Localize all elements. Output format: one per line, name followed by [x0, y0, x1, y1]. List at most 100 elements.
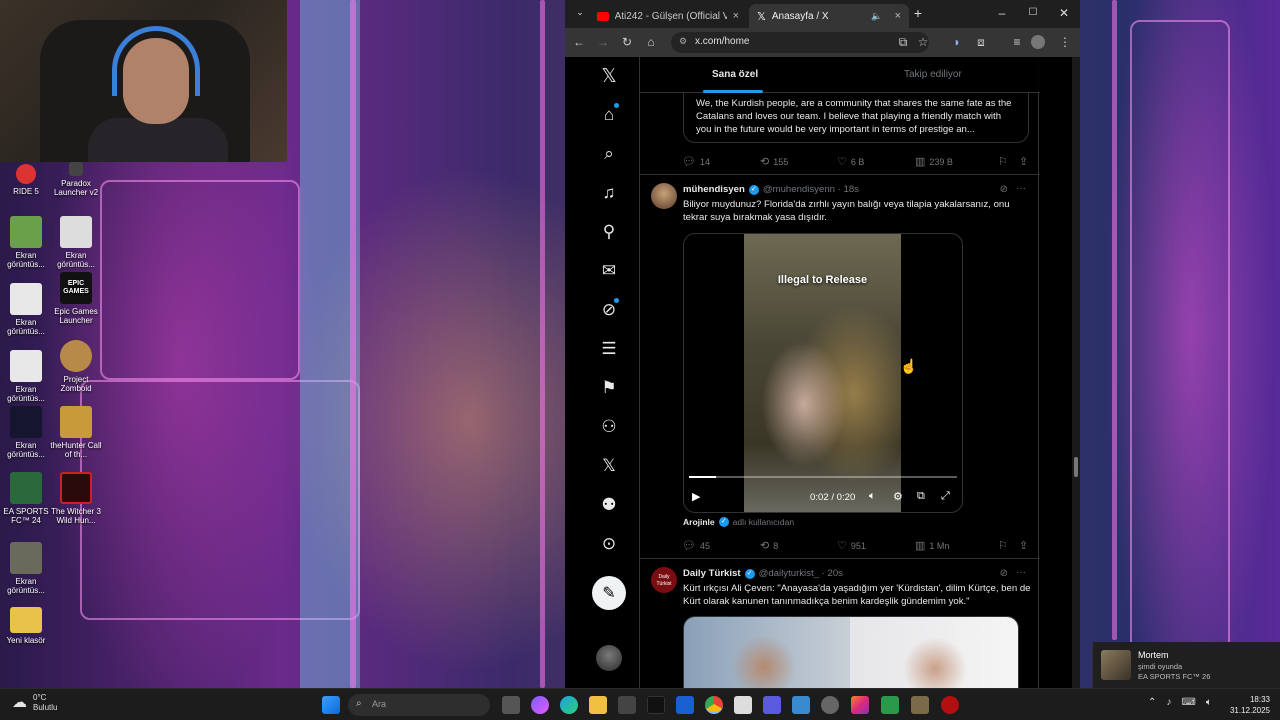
tweet-image-left[interactable]	[684, 617, 850, 688]
file-explorer-icon[interactable]	[589, 696, 607, 714]
desktop-icon-screenshot[interactable]: Ekran görüntüs...	[0, 283, 52, 336]
post-button[interactable]: ✎	[592, 576, 626, 610]
nav-home-icon[interactable]: ⌂	[595, 101, 623, 129]
taskbar-search[interactable]: ⌕ Ara	[348, 694, 490, 716]
microphone-icon[interactable]: ♪	[1166, 697, 1171, 708]
site-info-icon[interactable]: ⚙	[679, 36, 687, 47]
tab-for-you[interactable]: Sana özel	[712, 69, 758, 80]
steam-notification[interactable]: Mortem şimdi oyunda EA SPORTS FC™ 26	[1092, 642, 1280, 688]
address-bar[interactable]: ⚙ x.com/home	[671, 32, 929, 53]
more-options-icon[interactable]: ···	[1016, 183, 1026, 194]
nav-notifications-bell-icon[interactable]: ♫	[595, 179, 623, 207]
desktop-icon-ride5[interactable]: RIDE 5	[0, 164, 52, 196]
play-icon[interactable]: ▶	[692, 490, 700, 503]
maximize-button[interactable]: ☐	[1024, 7, 1042, 18]
system-clock[interactable]: 18:33 31.12.2025	[1230, 694, 1270, 716]
close-tab-icon[interactable]: ×	[733, 10, 739, 22]
repost-button[interactable]: ⟲ 155	[760, 155, 788, 168]
network-icon[interactable]: ⌨	[1181, 697, 1195, 708]
forward-icon[interactable]: →	[595, 35, 611, 49]
views-button[interactable]: ▥ 1 Mn	[915, 539, 949, 552]
repost-button[interactable]: ⟲ 8	[760, 539, 778, 552]
game-launcher-icon[interactable]	[941, 696, 959, 714]
account-avatar[interactable]	[596, 645, 622, 671]
bookmark-button[interactable]: ⚐	[998, 155, 1008, 168]
excel-icon[interactable]	[881, 696, 899, 714]
back-icon[interactable]: ←	[571, 35, 587, 49]
bookmark-button[interactable]: ⚐	[998, 539, 1008, 552]
copilot-icon[interactable]	[531, 696, 549, 714]
like-button[interactable]: ♡ 6 B	[837, 155, 864, 168]
nav-more-circle-icon[interactable]: ⊙	[595, 530, 623, 558]
x-logo-icon[interactable]: 𝕏	[595, 62, 623, 90]
edge-icon[interactable]	[560, 696, 578, 714]
nav-explore-search-icon[interactable]: ⌕	[595, 140, 623, 168]
tab-x-home[interactable]: 𝕏 Anasayfa / X 🔈 ×	[749, 4, 909, 28]
pip-icon[interactable]: ⧉	[917, 490, 925, 503]
nav-profile-person-icon[interactable]: ⚉	[595, 491, 623, 519]
desktop-icon-new-folder[interactable]: Yeni klasör	[0, 607, 52, 645]
grok-explain-icon[interactable]: ⊘	[1000, 568, 1008, 579]
profile-avatar[interactable]	[1031, 35, 1045, 49]
desktop-icon-witcher3[interactable]: The Witcher 3 Wild Hun...	[50, 472, 102, 525]
browser-menu-icon[interactable]: ⋮	[1057, 35, 1073, 49]
instagram-icon[interactable]	[851, 696, 869, 714]
scrollbar-thumb[interactable]	[1074, 457, 1078, 477]
new-tab-button[interactable]: +	[909, 5, 927, 21]
like-button[interactable]: ♡ 951	[837, 539, 866, 552]
reply-button[interactable]: 💬︎ 45	[682, 539, 710, 552]
close-window-button[interactable]: ✕	[1055, 6, 1073, 20]
tweet-author-name[interactable]: mühendisyen	[683, 184, 745, 195]
page-scrollbar[interactable]	[1072, 57, 1080, 688]
teams-icon[interactable]	[763, 696, 781, 714]
desktop-icon-screenshot[interactable]: Ekran görüntüs...	[0, 542, 52, 595]
volume-icon[interactable]: 🔈︎	[1206, 697, 1212, 708]
desktop-icon-epic-games[interactable]: EPIC GAMES Epic Games Launcher	[50, 272, 102, 325]
tab-following[interactable]: Takip ediliyor	[904, 69, 962, 80]
install-app-icon[interactable]: ⧉	[895, 35, 911, 50]
reply-button[interactable]: 💬︎ 14	[682, 155, 710, 168]
tray-overflow-chevron-icon[interactable]: ⌃	[1148, 697, 1156, 708]
tweet-media-images[interactable]	[683, 616, 1019, 688]
extensions-icon[interactable]: ⧈	[973, 35, 989, 50]
nav-communities-icon[interactable]: ⚇	[595, 413, 623, 441]
tiktok-icon[interactable]	[647, 696, 665, 714]
quoted-tweet-card[interactable]: We, the Kurdish people, are a community …	[683, 93, 1029, 143]
store-icon[interactable]	[618, 696, 636, 714]
minecraft-icon[interactable]	[911, 696, 929, 714]
bookmark-star-icon[interactable]: ☆	[915, 35, 931, 49]
desktop-icon-screenshot[interactable]: Ekran görüntüs...	[0, 406, 52, 459]
settings-gear-icon[interactable]: ⚙	[893, 490, 903, 503]
fullscreen-icon[interactable]: ⤢	[941, 490, 950, 503]
tab-youtube[interactable]: Ati242 - Gülşen (Official Video) ×	[589, 4, 747, 28]
share-button[interactable]: ⇪	[1019, 539, 1028, 552]
weather-widget[interactable]: ☁ 0°C Bulutlu	[12, 693, 57, 713]
settings-app-icon[interactable]	[821, 696, 839, 714]
nav-lists-icon[interactable]: ☰	[595, 335, 623, 363]
nav-follow-person-plus-icon[interactable]: ⚲	[595, 218, 623, 246]
desktop-icon-thehunter[interactable]: theHunter Call of th...	[50, 406, 102, 459]
desktop-icon-ea-fc24[interactable]: EA SPORTS FC™ 24	[0, 472, 52, 525]
tab-search-icon[interactable]: ⌄	[571, 7, 589, 18]
obs-notepad-icon[interactable]	[734, 696, 752, 714]
audio-playing-icon[interactable]: 🔈	[871, 11, 882, 22]
photos-icon[interactable]	[792, 696, 810, 714]
share-button[interactable]: ⇪	[1019, 155, 1028, 168]
nav-messages-mail-icon[interactable]: ✉	[595, 257, 623, 285]
tweet-avatar[interactable]: Daily Türkist	[651, 567, 677, 593]
tweet-image-right[interactable]	[850, 617, 1018, 688]
close-tab-icon[interactable]: ×	[895, 10, 901, 22]
media-control-icon[interactable]: ◗	[949, 35, 965, 49]
start-windows-icon[interactable]	[322, 696, 340, 714]
video-player[interactable]: Illegal to Release ▶ 0:02 / 0:20 🔈︎ ⚙ ⧉ …	[683, 233, 963, 513]
home-icon[interactable]: ⌂	[643, 35, 659, 49]
nav-premium-x-icon[interactable]: 𝕏	[595, 452, 623, 480]
volume-icon[interactable]: 🔈︎	[869, 490, 876, 503]
desktop-icon-screenshot[interactable]: Ekran görüntüs...	[50, 216, 102, 269]
desktop-icon-project-zomboid[interactable]: Project Zomboid	[50, 340, 102, 393]
desktop-icon-paradox[interactable]: Paradox Launcher v2	[50, 162, 102, 197]
task-view-icon[interactable]	[502, 696, 520, 714]
video-source-attribution[interactable]: Arojinle ✓ adlı kullanıcıdan	[683, 517, 794, 527]
tweet-handle-time[interactable]: @muhendisyenn · 18s	[763, 184, 859, 195]
desktop-icon-screenshot[interactable]: Ekran görüntüs...	[0, 350, 52, 403]
